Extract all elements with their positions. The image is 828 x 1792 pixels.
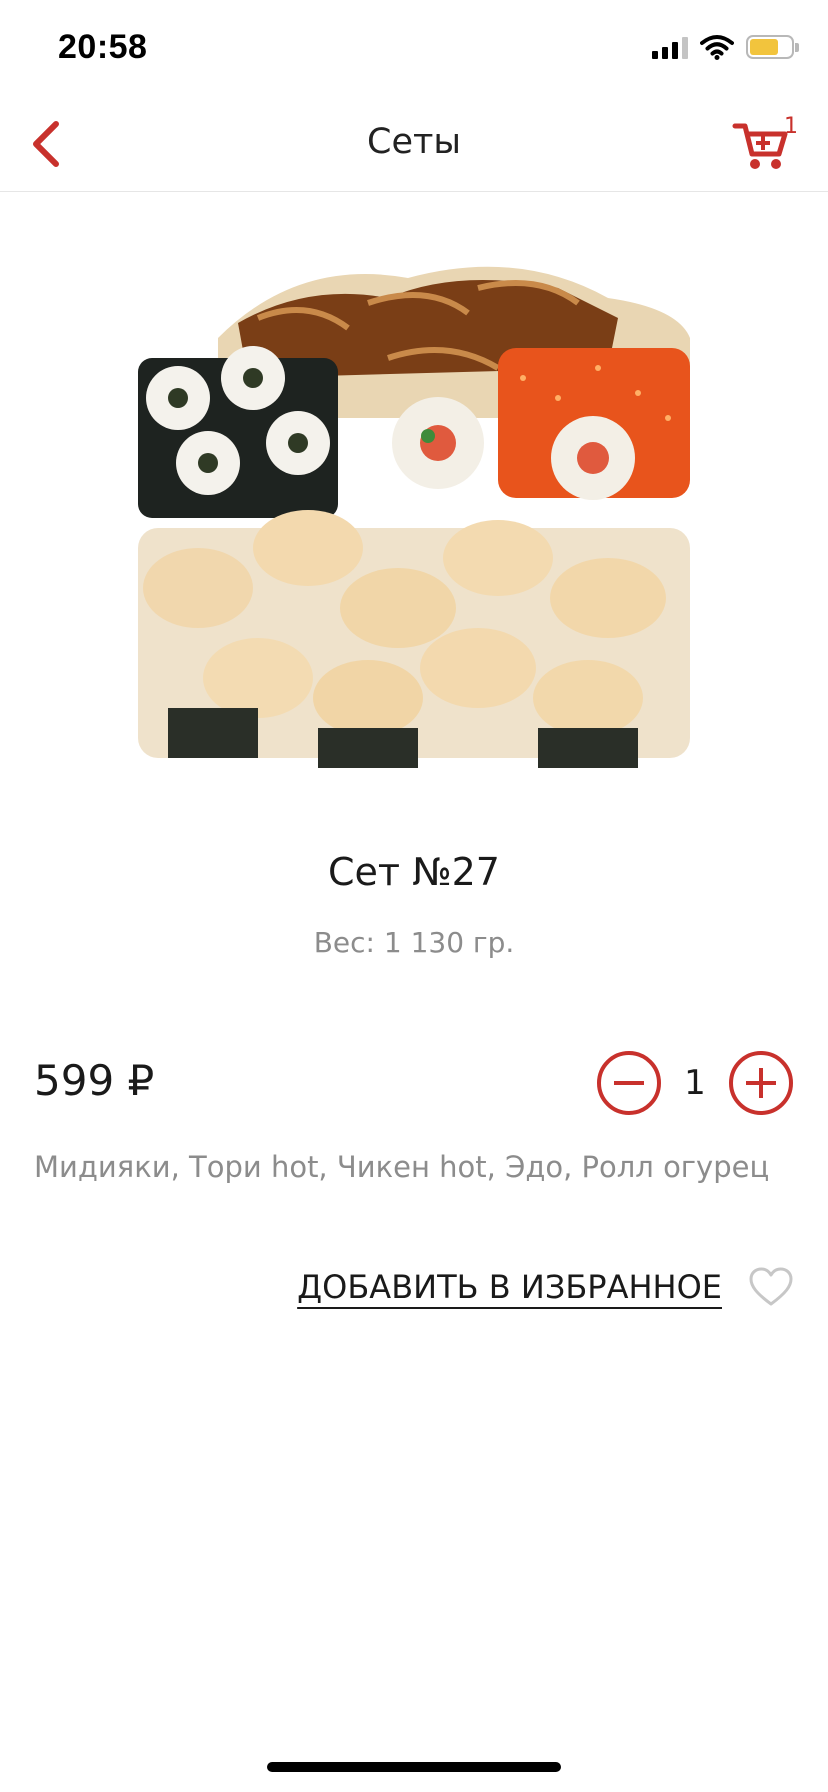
add-to-favorites-link[interactable]: ДОБАВИТЬ В ИЗБРАННОЕ — [297, 1268, 722, 1306]
cart-button[interactable]: 1 — [732, 114, 798, 174]
quantity-stepper: 1 — [596, 1050, 794, 1116]
cart-count-badge: 1 — [784, 114, 798, 139]
home-indicator — [267, 1762, 561, 1772]
battery-level — [750, 39, 778, 55]
product-name: Сет №27 — [327, 850, 500, 894]
nav-bar: Сеты 1 — [0, 96, 828, 192]
battery-icon — [746, 35, 799, 59]
cart-icon — [732, 123, 788, 169]
cellular-signal-icon — [652, 35, 688, 59]
favorites-row: ДОБАВИТЬ В ИЗБРАННОЕ — [297, 1262, 794, 1312]
product-image — [138, 266, 690, 768]
wifi-icon — [700, 35, 734, 60]
increase-quantity-button[interactable] — [728, 1050, 794, 1116]
product-ingredients: Мидияки, Тори hot, Чикен hot, Эдо, Ролл … — [34, 1150, 770, 1184]
page-title: Сеты — [367, 122, 461, 162]
quantity-value: 1 — [684, 1063, 706, 1103]
decrease-quantity-button[interactable] — [596, 1050, 662, 1116]
status-bar: 20:58 — [0, 0, 828, 96]
product-price: 599 ₽ — [34, 1056, 155, 1105]
price-row: 599 ₽ 1 — [34, 1050, 794, 1116]
status-time: 20:58 — [58, 28, 148, 66]
product-weight: Вес: 1 130 гр. — [313, 926, 515, 959]
heart-icon[interactable] — [748, 1266, 794, 1308]
status-icons — [652, 34, 799, 60]
